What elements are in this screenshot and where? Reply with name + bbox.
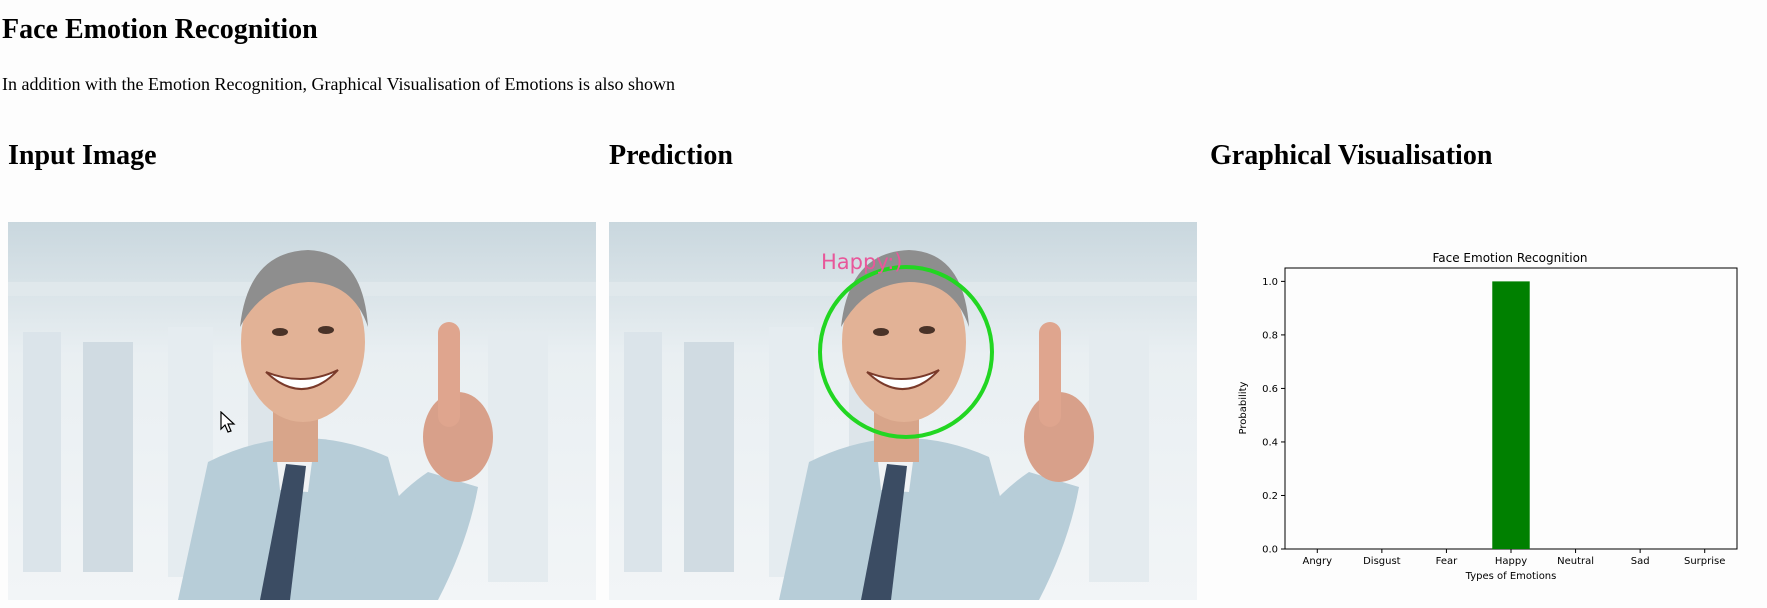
prediction-image: Happy:) <box>609 222 1197 600</box>
page-title: Face Emotion Recognition <box>2 14 318 45</box>
prediction-heading: Prediction <box>609 140 733 171</box>
bar-happy <box>1492 281 1530 549</box>
x-tick-label-sad: Sad <box>1631 556 1650 567</box>
x-tick-label-happy: Happy <box>1495 556 1527 567</box>
x-tick-label-disgust: Disgust <box>1363 556 1401 567</box>
x-tick-label-neutral: Neutral <box>1557 556 1594 567</box>
y-tick-label: 1.0 <box>1262 277 1278 288</box>
x-tick-label-angry: Angry <box>1303 556 1333 567</box>
emotion-label: Happy:) <box>821 250 903 274</box>
y-axis-label: Probability <box>1238 381 1249 434</box>
input-image-heading: Input Image <box>8 140 157 171</box>
x-axis-label: Types of Emotions <box>1465 571 1557 582</box>
x-tick-label-surprise: Surprise <box>1684 556 1725 567</box>
visualisation-heading: Graphical Visualisation <box>1210 140 1493 171</box>
chart-title: Face Emotion Recognition <box>1432 251 1587 265</box>
y-tick-label: 0.4 <box>1262 437 1278 448</box>
mouse-cursor-icon <box>220 411 236 433</box>
y-tick-label: 0.8 <box>1262 330 1278 341</box>
x-tick-label-fear: Fear <box>1436 556 1458 567</box>
y-tick-label: 0.0 <box>1262 545 1278 556</box>
input-image <box>8 222 596 600</box>
page-subtitle: In addition with the Emotion Recognition… <box>2 74 676 94</box>
y-tick-label: 0.6 <box>1262 384 1278 395</box>
emotion-bar-chart: Face Emotion Recognition 0.0 0.2 0.4 0.6 0.8… <box>1232 240 1767 592</box>
y-tick-label: 0.2 <box>1262 491 1278 502</box>
